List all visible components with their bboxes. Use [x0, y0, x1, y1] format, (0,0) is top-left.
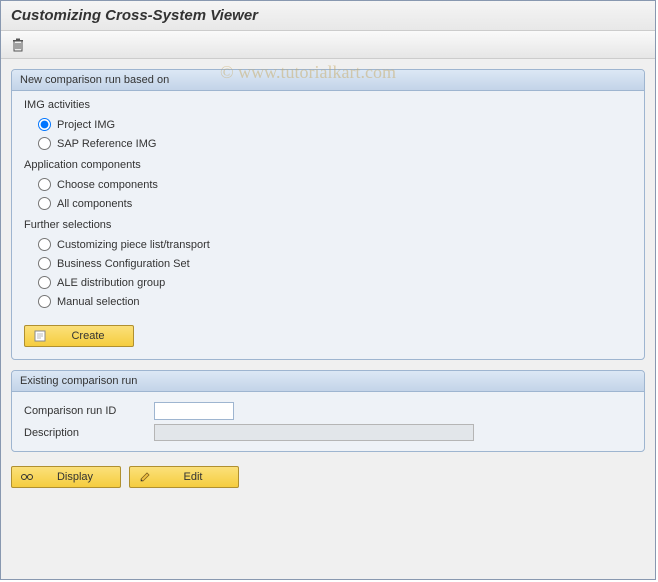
radio-all-components[interactable]: All components — [24, 194, 632, 213]
row-description: Description — [24, 422, 632, 443]
radio-sap-ref-img-label: SAP Reference IMG — [57, 138, 156, 150]
radio-choose-components-input[interactable] — [38, 178, 51, 191]
edit-button-label: Edit — [156, 471, 230, 483]
panel-existing-body: Comparison run ID Description — [12, 392, 644, 451]
radio-manual-label: Manual selection — [57, 296, 140, 308]
radio-bc-set-input[interactable] — [38, 257, 51, 270]
radio-ale[interactable]: ALE distribution group — [24, 273, 632, 292]
radio-project-img-input[interactable] — [38, 118, 51, 131]
content-area: New comparison run based on IMG activiti… — [1, 59, 655, 502]
label-run-id: Comparison run ID — [24, 405, 154, 417]
bottom-button-row: Display Edit — [11, 466, 645, 488]
radio-sap-ref-img[interactable]: SAP Reference IMG — [24, 134, 632, 153]
radio-all-components-input[interactable] — [38, 197, 51, 210]
radio-choose-components[interactable]: Choose components — [24, 175, 632, 194]
panel-new-body: IMG activities Project IMG SAP Reference… — [12, 91, 644, 359]
title-bar: Customizing Cross-System Viewer — [1, 1, 655, 31]
pencil-icon — [138, 470, 152, 484]
panel-existing-header: Existing comparison run — [12, 371, 644, 392]
row-run-id: Comparison run ID — [24, 400, 632, 422]
panel-new-comparison: New comparison run based on IMG activiti… — [11, 69, 645, 360]
app-window: Customizing Cross-System Viewer New comp… — [0, 0, 656, 580]
create-icon — [33, 329, 47, 343]
radio-manual[interactable]: Manual selection — [24, 292, 632, 311]
radio-manual-input[interactable] — [38, 295, 51, 308]
toolbar — [1, 31, 655, 59]
input-description — [154, 424, 474, 441]
radio-ale-input[interactable] — [38, 276, 51, 289]
create-button-label: Create — [51, 330, 125, 342]
radio-bc-set[interactable]: Business Configuration Set — [24, 254, 632, 273]
section-further-selections: Further selections — [24, 219, 632, 231]
delete-icon[interactable] — [9, 36, 27, 54]
section-img-activities: IMG activities — [24, 99, 632, 111]
radio-choose-components-label: Choose components — [57, 179, 158, 191]
display-button-label: Display — [38, 471, 112, 483]
input-run-id[interactable] — [154, 402, 234, 420]
page-title: Customizing Cross-System Viewer — [11, 7, 258, 24]
display-button[interactable]: Display — [11, 466, 121, 488]
radio-project-img-label: Project IMG — [57, 119, 115, 131]
edit-button[interactable]: Edit — [129, 466, 239, 488]
radio-project-img[interactable]: Project IMG — [24, 115, 632, 134]
radio-piece-list-input[interactable] — [38, 238, 51, 251]
panel-existing-comparison: Existing comparison run Comparison run I… — [11, 370, 645, 452]
panel-new-header: New comparison run based on — [12, 70, 644, 91]
section-app-components: Application components — [24, 159, 632, 171]
radio-sap-ref-img-input[interactable] — [38, 137, 51, 150]
radio-piece-list[interactable]: Customizing piece list/transport — [24, 235, 632, 254]
radio-piece-list-label: Customizing piece list/transport — [57, 239, 210, 251]
label-description: Description — [24, 427, 154, 439]
glasses-icon — [20, 470, 34, 484]
create-button[interactable]: Create — [24, 325, 134, 347]
radio-all-components-label: All components — [57, 198, 132, 210]
radio-ale-label: ALE distribution group — [57, 277, 165, 289]
radio-bc-set-label: Business Configuration Set — [57, 258, 190, 270]
